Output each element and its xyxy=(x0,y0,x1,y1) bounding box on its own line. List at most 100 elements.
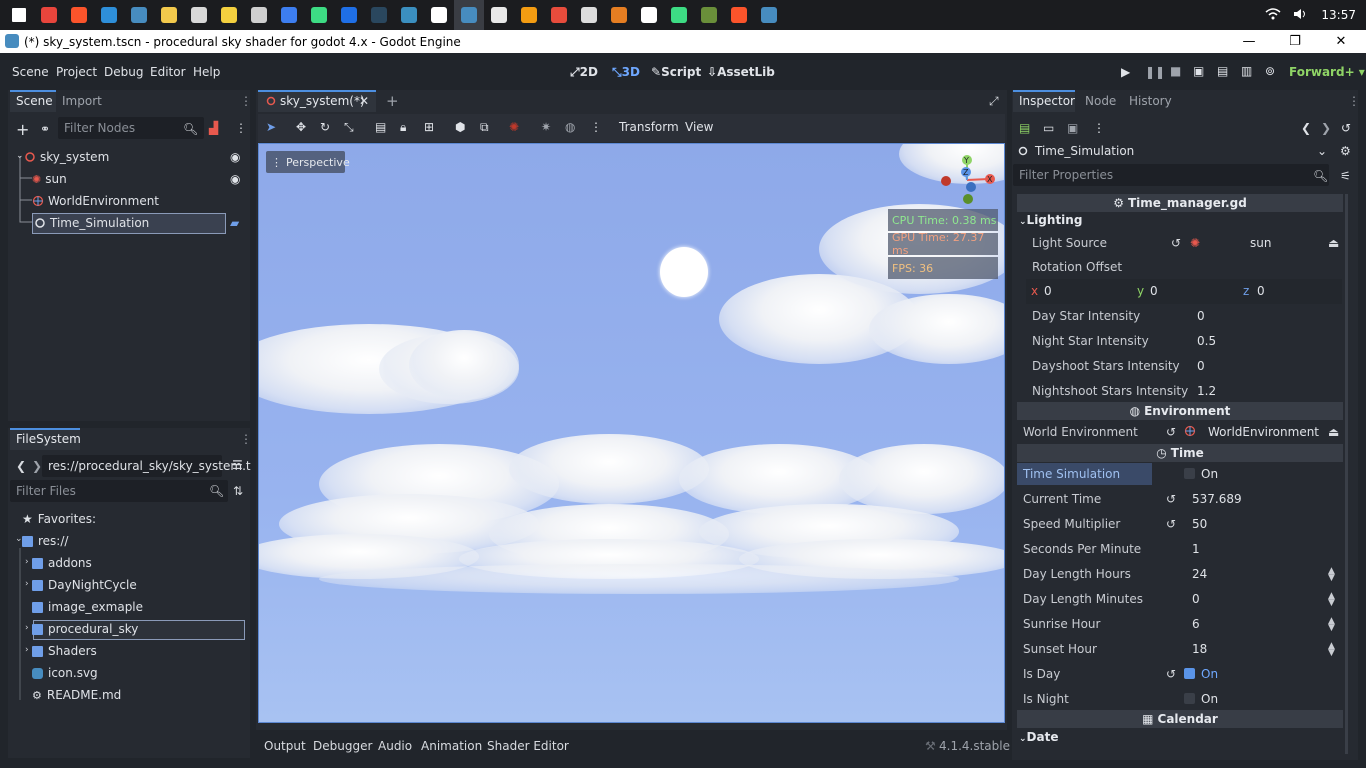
qr-icon[interactable] xyxy=(634,0,664,30)
fs-item-addons[interactable]: addons xyxy=(32,552,92,574)
filter-settings-icon[interactable]: ⚟ xyxy=(1340,169,1351,183)
axis-gizmo[interactable]: Y X Z xyxy=(939,152,999,208)
time-simulation-checkbox[interactable] xyxy=(1184,468,1195,479)
tab-filesystem[interactable]: FileSystem xyxy=(16,432,81,446)
play-custom-scene-icon[interactable]: ▥ xyxy=(1241,64,1252,78)
b-icon[interactable] xyxy=(424,0,454,30)
android-icon[interactable] xyxy=(304,0,334,30)
history-forward-icon[interactable]: ❯ xyxy=(1321,121,1331,135)
dock-menu-icon-inspector[interactable]: ⋮ xyxy=(1348,94,1360,108)
perspective-menu[interactable]: ⋮ Perspective xyxy=(266,151,350,173)
current-time-input[interactable]: 537.689 xyxy=(1192,492,1242,506)
maximize-button[interactable]: ❐ xyxy=(1272,30,1318,53)
is-night-checkbox[interactable] xyxy=(1184,693,1195,704)
link-icon[interactable]: ⚭ xyxy=(40,122,50,136)
godot-extra-icon[interactable] xyxy=(754,0,784,30)
rotation-z-input[interactable]: 0 xyxy=(1257,284,1265,298)
back-icon[interactable]: ❮ xyxy=(16,459,26,473)
forward-icon[interactable]: ❯ xyxy=(32,459,42,473)
revert-icon[interactable]: ↺ xyxy=(1166,492,1176,506)
lock-icon[interactable]: 🔒︎ xyxy=(400,120,406,135)
lighting-group[interactable]: ⌄Lighting xyxy=(1017,213,1343,231)
fs-item-image-exmaple[interactable]: image_exmaple xyxy=(32,596,143,618)
revert-icon[interactable]: ↺ xyxy=(1166,517,1176,531)
tab-node[interactable]: Node xyxy=(1085,94,1116,108)
chrome-icon[interactable] xyxy=(34,0,64,30)
add-tab-icon[interactable]: + xyxy=(386,92,399,110)
day-length-minutes-input[interactable]: 0 xyxy=(1192,592,1200,606)
menu-debug[interactable]: Debug xyxy=(104,65,143,79)
tab-scene[interactable]: Scene xyxy=(16,94,53,108)
snap-icon[interactable]: ⧉ xyxy=(480,120,489,135)
store-icon[interactable] xyxy=(274,0,304,30)
play-icon[interactable]: ▶ xyxy=(1121,65,1130,79)
search-app-icon[interactable] xyxy=(514,0,544,30)
attach-script-icon[interactable]: ▟ xyxy=(209,121,218,135)
check-icon[interactable] xyxy=(244,0,274,30)
split-view-icon[interactable]: ☰ xyxy=(232,458,243,472)
expand-arrow-icon[interactable]: › xyxy=(25,645,29,655)
minimize-button[interactable]: — xyxy=(1226,30,1272,53)
seconds-per-minute-input[interactable]: 1 xyxy=(1192,542,1200,556)
spin-arrows-icon[interactable]: ▲ ▼ xyxy=(1328,592,1335,608)
globe-icon[interactable]: ◍ xyxy=(565,120,575,134)
scale-tool-icon[interactable]: ⤡ xyxy=(344,120,354,135)
fs-item-icon-svg[interactable]: icon.svg xyxy=(32,662,98,684)
tree-node-sun[interactable]: ✺ sun xyxy=(32,168,67,190)
day-length-hours-input[interactable]: 24 xyxy=(1192,567,1207,581)
brave-dev-icon[interactable] xyxy=(724,0,754,30)
windows-start-icon[interactable] xyxy=(4,0,34,30)
vscode-icon[interactable] xyxy=(94,0,124,30)
collapse-arrow-icon[interactable]: ⌄ xyxy=(16,151,24,161)
renderer-selector[interactable]: Forward+ ▾ xyxy=(1289,65,1365,79)
dock-menu-icon-fs[interactable]: ⋮ xyxy=(240,432,252,446)
dayshoot-stars-input[interactable]: 0 xyxy=(1197,359,1205,373)
tab-shader-editor[interactable]: Shader Editor xyxy=(487,739,569,753)
history-icon[interactable]: ↺ xyxy=(1341,121,1351,135)
close-button[interactable]: ✕ xyxy=(1318,30,1364,53)
script-icon[interactable]: ▰ xyxy=(230,216,239,230)
favorites-row[interactable]: ★ Favorites: xyxy=(22,508,96,530)
path-field[interactable]: res://procedural_sky/sky_system.t xyxy=(42,455,251,477)
time-header[interactable]: ◷ Time xyxy=(1017,444,1343,462)
sunrise-hour-input[interactable]: 6 xyxy=(1192,617,1200,631)
fs-item-daynightcycle[interactable]: DayNightCycle xyxy=(32,574,137,596)
day-star-intensity-input[interactable]: 0 xyxy=(1197,309,1205,323)
calendar-header[interactable]: ▦ Calendar xyxy=(1017,710,1343,728)
inspector-scrollbar[interactable] xyxy=(1345,194,1348,754)
steam-icon[interactable] xyxy=(364,0,394,30)
open-folder-icon[interactable]: ▭ xyxy=(1043,121,1054,135)
app-icon[interactable] xyxy=(184,0,214,30)
cube-icon[interactable] xyxy=(604,0,634,30)
rotation-y-input[interactable]: 0 xyxy=(1150,284,1158,298)
new-resource-icon[interactable]: ▤ xyxy=(1019,121,1030,135)
sunset-hour-input[interactable]: 18 xyxy=(1192,642,1207,656)
workspace-2d-button[interactable]: ⤢2D xyxy=(570,65,598,80)
expand-arrow-icon[interactable]: › xyxy=(25,623,29,633)
view-menu[interactable]: View xyxy=(685,120,713,134)
fs-item-shaders[interactable]: Shaders xyxy=(32,640,97,662)
brave-icon[interactable] xyxy=(64,0,94,30)
expand-arrow-icon[interactable]: › xyxy=(25,579,29,589)
movie-maker-icon[interactable]: ⊚ xyxy=(1265,64,1275,78)
workspace-script-button[interactable]: ✎Script xyxy=(651,65,701,79)
object-props-icon[interactable]: ⚙ xyxy=(1340,144,1351,158)
duck-icon[interactable] xyxy=(214,0,244,30)
wifi-icon[interactable] xyxy=(1265,7,1281,23)
scene-menu-icon[interactable]: ⋮ xyxy=(235,121,247,135)
visibility-eye-icon-sun[interactable]: ◉ xyxy=(230,172,240,186)
distraction-free-icon[interactable]: ⤢ xyxy=(989,94,999,109)
stop-icon[interactable]: ■ xyxy=(1170,64,1181,78)
node-path-assign-icon[interactable]: ⏏ xyxy=(1328,425,1339,439)
clock[interactable]: 13:57 xyxy=(1321,8,1356,22)
add-node-icon[interactable]: + xyxy=(16,120,29,139)
list-select-icon[interactable]: ▤ xyxy=(375,120,386,134)
document-icon[interactable] xyxy=(484,0,514,30)
godot-active-icon[interactable] xyxy=(454,0,484,30)
is-day-checkbox[interactable] xyxy=(1184,668,1195,679)
revert-icon[interactable]: ↺ xyxy=(1171,236,1181,250)
play-scene-icon[interactable]: ▤ xyxy=(1217,64,1228,78)
rotate-tool-icon[interactable]: ↻ xyxy=(320,120,330,134)
viewport-menu-icon[interactable]: ⋮ xyxy=(590,120,602,134)
date-group[interactable]: ⌄Date xyxy=(1017,730,1343,748)
